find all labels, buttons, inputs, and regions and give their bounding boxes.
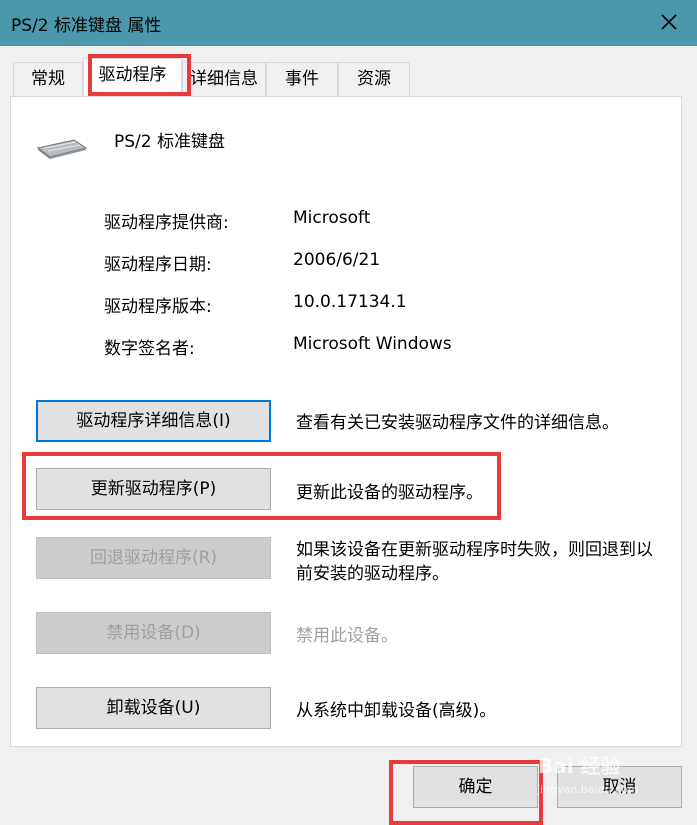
highlight-ok-button (389, 760, 543, 825)
highlight-update-driver (22, 452, 501, 520)
date-label: 驱动程序日期: (104, 255, 212, 275)
version-value: 10.0.17134.1 (293, 292, 407, 312)
device-name: PS/2 标准键盘 (114, 132, 225, 152)
rollback-driver-button-label: 回退驱动程序(R) (89, 548, 218, 568)
uninstall-device-button-label: 卸载设备(U) (106, 698, 201, 718)
watermark-brand: Bai 经验 (538, 754, 621, 778)
signer-label: 数字签名者: (104, 339, 195, 359)
rollback-driver-button: 回退驱动程序(R) (36, 537, 271, 579)
rollback-driver-description: 如果该设备在更新驱动程序时失败，则回退到以前安装的驱动程序。 (296, 540, 653, 584)
tab-general[interactable]: 常规 (13, 62, 83, 96)
window-title: PS/2 标准键盘 属性 (11, 16, 162, 36)
disable-device-button: 禁用设备(D) (36, 612, 271, 654)
provider-value: Microsoft (293, 208, 371, 228)
driver-details-description: 查看有关已安装驱动程序文件的详细信息。 (296, 413, 619, 433)
provider-label: 驱动程序提供商: (104, 213, 229, 233)
keyboard-icon (36, 139, 88, 159)
tab-details[interactable]: 详细信息 (182, 62, 266, 96)
signer-value: Microsoft Windows (293, 334, 452, 354)
tab-resources[interactable]: 资源 (338, 62, 410, 96)
date-value: 2006/6/21 (293, 250, 381, 270)
driver-details-button[interactable]: 驱动程序详细信息(I) (36, 400, 271, 442)
disable-device-button-label: 禁用设备(D) (106, 623, 201, 643)
title-bar: PS/2 标准键盘 属性 (0, 0, 697, 46)
tab-events[interactable]: 事件 (266, 62, 338, 96)
close-icon[interactable] (657, 10, 681, 34)
driver-details-button-label: 驱动程序详细信息(I) (76, 411, 231, 431)
uninstall-device-button[interactable]: 卸载设备(U) (36, 687, 271, 729)
watermark-url: jingyan.baidu.com (537, 783, 639, 796)
disable-device-description: 禁用此设备。 (296, 626, 398, 646)
version-label: 驱动程序版本: (104, 297, 212, 317)
uninstall-device-description: 从系统中卸载设备(高级)。 (296, 701, 497, 721)
highlight-driver-tab (88, 54, 191, 96)
